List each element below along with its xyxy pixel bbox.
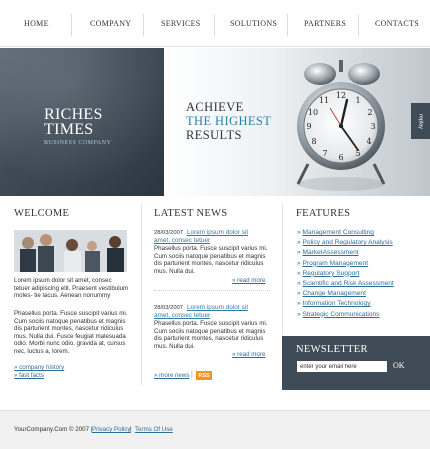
news-headline-link[interactable]: Lorem ipsum dolor sit [187, 304, 248, 312]
svg-text:3: 3 [370, 122, 375, 131]
latest-news-heading: LATEST NEWS [154, 208, 228, 219]
column-divider [141, 205, 142, 385]
feature-label[interactable]: MarketAssessment [303, 249, 359, 256]
news-divider [154, 290, 270, 291]
terms-of-use-link[interactable]: Terms Of Use [135, 426, 173, 433]
welcome-heading: WELCOME [14, 208, 70, 219]
logo-subtitle: BUSINESS COMPANY [44, 140, 112, 146]
business-people-photo [14, 230, 127, 272]
nav-company[interactable]: COMPANY [90, 19, 131, 28]
nav-divider [214, 14, 215, 36]
feature-item[interactable]: » Regulatory Support [297, 269, 422, 279]
feature-item[interactable]: » Policy and Regulatory Analysis [297, 238, 422, 248]
news-headline-link[interactable]: amet, consec tetuer [154, 312, 210, 320]
feature-label[interactable]: Information Technology [303, 300, 371, 307]
feature-label[interactable]: Management Consulting [303, 229, 374, 236]
features-heading: FEATURES [296, 208, 351, 219]
svg-text:10: 10 [308, 108, 318, 117]
nav-home[interactable]: HOME [24, 19, 49, 28]
top-navigation: HOME COMPANY SERVICES SOLUTIONS PARTNERS… [0, 0, 430, 47]
feature-item[interactable]: » Management Consulting [297, 228, 422, 238]
feature-item[interactable]: » Information Technology [297, 299, 422, 309]
alarm-clock-image: 12 1 2 3 4 5 6 7 8 9 10 11 [296, 60, 386, 191]
more-news-link[interactable]: more news [154, 372, 189, 379]
nav-divider [71, 14, 72, 36]
feature-item[interactable]: » Program Management [297, 259, 422, 269]
svg-text:4: 4 [366, 137, 371, 146]
nav-divider [143, 14, 144, 36]
column-divider [282, 205, 283, 335]
svg-text:1: 1 [355, 96, 360, 105]
welcome-intro-text: Lorem ipsum dolor sit amet, consec tetue… [14, 277, 129, 300]
features-list: » Management Consulting » Policy and Reg… [297, 228, 422, 320]
news-date: 28/03/2007 [154, 230, 184, 236]
hero-tagline-line2: THE HIGHEST [186, 114, 272, 128]
news-headline-link[interactable]: Lorem ipsum dolor sit [187, 229, 248, 237]
svg-text:11: 11 [319, 96, 329, 105]
nav-divider [287, 14, 288, 36]
svg-text:8: 8 [311, 137, 316, 146]
privacy-policy-link[interactable]: Privacy Policy [92, 426, 131, 433]
nav-solutions[interactable]: SOLUTIONS [230, 19, 277, 28]
feature-item[interactable]: » Scientific and Risk Assessment [297, 279, 422, 289]
news-headline-link[interactable]: amet, consec tetuer [154, 237, 210, 245]
hero-tagline-line1: ACHIEVE [186, 100, 244, 114]
feature-item[interactable]: » Strategic Communications [297, 310, 422, 320]
rss-feed-button[interactable]: RSS [196, 371, 212, 380]
nav-contacts[interactable]: CONTACTS [375, 19, 419, 28]
link-separator: | [191, 371, 193, 378]
feature-label[interactable]: Policy and Regulatory Analysis [303, 239, 393, 246]
replay-button[interactable]: replay [411, 103, 430, 139]
newsletter-submit-button[interactable]: OK [393, 361, 405, 370]
feature-label[interactable]: Scientific and Risk Assessment [303, 280, 394, 287]
feature-item[interactable]: » Change Management [297, 289, 422, 299]
hero-tagline-line3: RESULTS [186, 128, 242, 142]
nav-divider [358, 14, 359, 36]
read-more-link[interactable]: read more [232, 277, 265, 284]
read-more-link[interactable]: read more [232, 351, 265, 358]
news-summary: Phasellus porta. Fusce suscipit varius m… [154, 245, 268, 275]
feature-label[interactable]: Regulatory Support [303, 270, 360, 277]
feature-label[interactable]: Program Management [303, 260, 369, 267]
welcome-body-text: Phasellus porta. Fusce suscipit varius m… [14, 310, 128, 355]
svg-text:7: 7 [322, 149, 327, 158]
nav-services[interactable]: SERVICES [161, 19, 201, 28]
svg-text:12: 12 [336, 91, 346, 100]
nav-partners[interactable]: PARTNERS [304, 19, 346, 28]
fast-facts-link[interactable]: fast facts [14, 372, 44, 379]
feature-item[interactable]: » MarketAssessment [297, 248, 422, 258]
copyright-text: YourCompany.Com © 2007 | [14, 426, 93, 433]
svg-text:2: 2 [367, 108, 372, 117]
svg-text:6: 6 [338, 153, 343, 162]
svg-text:9: 9 [306, 122, 311, 131]
newsletter-heading: NEWSLETTER [296, 344, 368, 355]
newsletter-email-input[interactable] [297, 361, 387, 372]
logo-title-line2[interactable]: TIMES [44, 121, 94, 139]
news-date: 28/03/2007 [154, 305, 184, 311]
feature-label[interactable]: Strategic Communications [303, 311, 380, 318]
company-history-link[interactable]: company history [14, 364, 64, 371]
news-summary: Phasellus porta. Fusce suscipit varius m… [154, 320, 268, 350]
feature-label[interactable]: Change Management [303, 290, 366, 297]
footer-separator: | [130, 426, 132, 433]
